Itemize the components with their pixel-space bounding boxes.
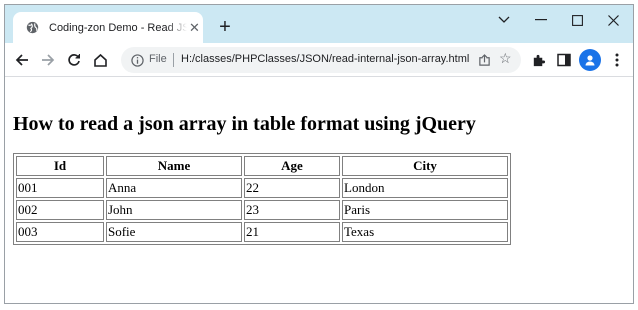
tab-search-button[interactable]	[485, 5, 523, 35]
column-header-id: Id	[16, 156, 104, 176]
page-title: How to read a json array in table format…	[13, 113, 476, 135]
url-text[interactable]: H:/classes/PHPClasses/JSON/read-internal…	[181, 53, 469, 65]
cell-age: 21	[244, 222, 340, 242]
address-bar[interactable]: File H:/classes/PHPClasses/JSON/read-int…	[121, 47, 521, 73]
table-row: 002 John 23 Paris	[16, 200, 508, 220]
tab-title: Coding-zon Demo - Read JSON Arra	[49, 21, 187, 34]
browser-window: Coding-zon Demo - Read JSON Arra ✕ +	[4, 4, 634, 304]
new-tab-button[interactable]: +	[215, 17, 235, 37]
page-content: How to read a json array in table format…	[5, 77, 633, 303]
back-button[interactable]	[11, 49, 33, 71]
cell-city: Paris	[342, 200, 508, 220]
cell-name: John	[106, 200, 242, 220]
cell-id: 002	[16, 200, 104, 220]
table-row: 003 Sofie 21 Texas	[16, 222, 508, 242]
star-icon[interactable]: ☆	[499, 51, 512, 65]
forward-button[interactable]	[37, 49, 59, 71]
minimize-icon	[535, 19, 547, 21]
cell-name: Sofie	[106, 222, 242, 242]
reload-icon	[68, 54, 80, 66]
address-divider	[173, 53, 174, 67]
home-button[interactable]	[89, 49, 111, 71]
cell-city: London	[342, 178, 508, 198]
close-icon	[607, 14, 619, 26]
column-header-age: Age	[244, 156, 340, 176]
info-icon[interactable]	[129, 52, 145, 68]
profile-avatar[interactable]	[579, 49, 601, 71]
side-panel-button[interactable]	[553, 49, 575, 71]
cell-id: 001	[16, 178, 104, 198]
back-arrow-icon	[15, 54, 28, 66]
cell-city: Texas	[342, 222, 508, 242]
close-icon[interactable]: ✕	[189, 21, 200, 34]
more-vertical-icon	[615, 53, 619, 67]
side-panel-icon	[557, 53, 571, 67]
table-header-row: Id Name Age City	[16, 156, 508, 176]
forward-arrow-icon	[42, 54, 55, 66]
menu-button[interactable]	[606, 49, 628, 71]
cell-name: Anna	[106, 178, 242, 198]
home-icon	[93, 53, 107, 67]
reload-button[interactable]	[63, 49, 85, 71]
chevron-down-icon	[498, 16, 510, 23]
cell-age: 23	[244, 200, 340, 220]
cell-id: 003	[16, 222, 104, 242]
close-window-button[interactable]	[594, 5, 632, 35]
maximize-icon	[571, 14, 583, 26]
minimize-button[interactable]	[522, 5, 560, 35]
maximize-button[interactable]	[558, 5, 596, 35]
browser-tab[interactable]: Coding-zon Demo - Read JSON Arra ✕	[13, 12, 203, 43]
person-icon	[585, 55, 595, 66]
share-icon[interactable]	[476, 52, 492, 68]
puzzle-icon	[533, 54, 545, 66]
column-header-name: Name	[106, 156, 242, 176]
table-row: 001 Anna 22 London	[16, 178, 508, 198]
tab-strip: Coding-zon Demo - Read JSON Arra ✕ +	[5, 5, 633, 43]
extensions-button[interactable]	[527, 49, 549, 71]
file-scheme-label: File	[149, 53, 167, 65]
cell-age: 22	[244, 178, 340, 198]
column-header-city: City	[342, 156, 508, 176]
browser-toolbar: File H:/classes/PHPClasses/JSON/read-int…	[5, 43, 633, 77]
globe-icon	[25, 21, 39, 35]
data-table: Id Name Age City 001 Anna 22 London 002 …	[13, 153, 511, 245]
